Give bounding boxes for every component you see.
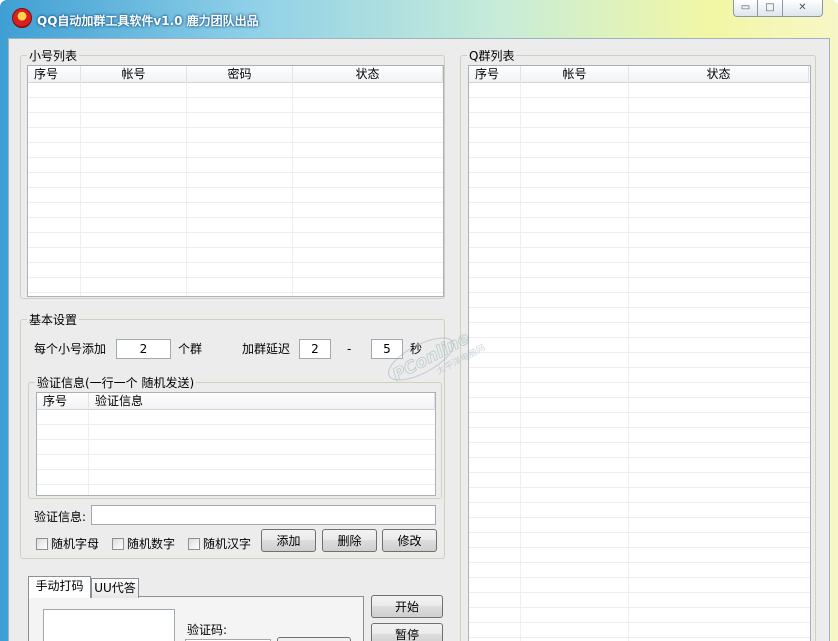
verify-list-body[interactable]	[37, 410, 435, 495]
captcha-submit-button[interactable]	[277, 637, 351, 641]
verify-group-title: 验证信息(一行一个 随机发送)	[35, 374, 197, 391]
account-col-account[interactable]: 帐号	[81, 66, 187, 83]
delay-label: 加群延迟	[242, 342, 291, 356]
modify-message-button[interactable]: 修改	[382, 529, 437, 552]
tab-manual-captcha[interactable]: 手动打码	[28, 576, 91, 598]
minimize-icon: ▭	[740, 2, 751, 13]
random-digits-label: 随机数字	[127, 537, 176, 551]
close-icon: ✕	[798, 2, 807, 13]
random-chinese-checkbox[interactable]: 随机汉字	[188, 535, 251, 552]
window-title: QQ自动加群工具软件v1.0 鹿力团队出品	[37, 14, 259, 28]
captcha-tab-panel: 验证码:	[28, 596, 364, 641]
checkbox-box[interactable]	[188, 537, 200, 550]
per-account-input[interactable]	[116, 339, 171, 359]
account-list-body[interactable]	[28, 83, 443, 296]
delay-separator: -	[347, 342, 352, 356]
verify-list-view[interactable]: 序号 验证信息	[36, 392, 436, 496]
account-list-title: 小号列表	[27, 47, 80, 64]
account-list-header: 序号 帐号 密码 状态	[28, 66, 443, 83]
start-button[interactable]: 开始	[371, 595, 443, 618]
verify-col-message[interactable]: 验证信息	[89, 393, 435, 410]
group-list-view[interactable]: 序号 帐号 状态	[468, 65, 811, 641]
add-message-button[interactable]: 添加	[261, 529, 316, 552]
group-col-index[interactable]: 序号	[469, 66, 521, 83]
account-list-view[interactable]: 序号 帐号 密码 状态	[27, 65, 444, 297]
random-chinese-label: 随机汉字	[203, 537, 252, 551]
group-col-account[interactable]: 帐号	[521, 66, 629, 83]
maximize-icon: □	[765, 2, 775, 13]
title-bar[interactable]: QQ自动加群工具软件v1.0 鹿力团队出品 ▭ □ ✕	[0, 0, 838, 38]
delay-min-input[interactable]	[299, 339, 331, 359]
client-area: 小号列表 序号 帐号 密码 状态 Q群列表 序号 帐号 状态 基本设置 每个小号…	[8, 38, 830, 641]
app-logo-icon	[12, 8, 32, 28]
group-list-title: Q群列表	[467, 47, 517, 64]
account-col-index[interactable]: 序号	[28, 66, 81, 83]
verify-list-header: 序号 验证信息	[37, 393, 435, 410]
seconds-unit-label: 秒	[410, 342, 423, 356]
verify-input-label: 验证信息:	[34, 510, 87, 524]
account-col-password[interactable]: 密码	[187, 66, 293, 83]
app-window: QQ自动加群工具软件v1.0 鹿力团队出品 ▭ □ ✕ 小号列表 序号 帐号 密…	[0, 0, 838, 641]
group-col-divider	[520, 83, 521, 641]
checkbox-box[interactable]	[112, 537, 124, 550]
captcha-code-label: 验证码:	[187, 623, 228, 637]
verify-col-index[interactable]: 序号	[37, 393, 89, 410]
random-letters-checkbox[interactable]: 随机字母	[36, 535, 99, 552]
per-account-label: 每个小号添加	[34, 342, 107, 356]
random-digits-checkbox[interactable]: 随机数字	[112, 535, 175, 552]
verify-col-divider	[88, 410, 89, 495]
group-list-header: 序号 帐号 状态	[469, 66, 810, 83]
delete-message-button[interactable]: 删除	[322, 529, 377, 552]
delay-max-input[interactable]	[371, 339, 403, 359]
group-unit-label: 个群	[178, 342, 203, 356]
minimize-button[interactable]: ▭	[733, 0, 758, 17]
tab-uu-captcha[interactable]: UU代答	[91, 578, 139, 598]
basic-settings-title: 基本设置	[27, 311, 80, 328]
account-col-status[interactable]: 状态	[293, 66, 443, 83]
group-col-status[interactable]: 状态	[629, 66, 809, 83]
pause-button[interactable]: 暂停	[371, 623, 443, 641]
checkbox-box[interactable]	[36, 537, 48, 550]
account-col-divider	[186, 83, 187, 296]
account-col-divider	[80, 83, 81, 296]
verify-message-input[interactable]	[91, 505, 436, 525]
captcha-image	[43, 609, 175, 641]
group-col-divider	[628, 83, 629, 641]
close-button[interactable]: ✕	[782, 0, 823, 17]
random-letters-label: 随机字母	[51, 537, 100, 551]
maximize-button[interactable]: □	[757, 0, 783, 17]
account-col-divider	[292, 83, 293, 296]
